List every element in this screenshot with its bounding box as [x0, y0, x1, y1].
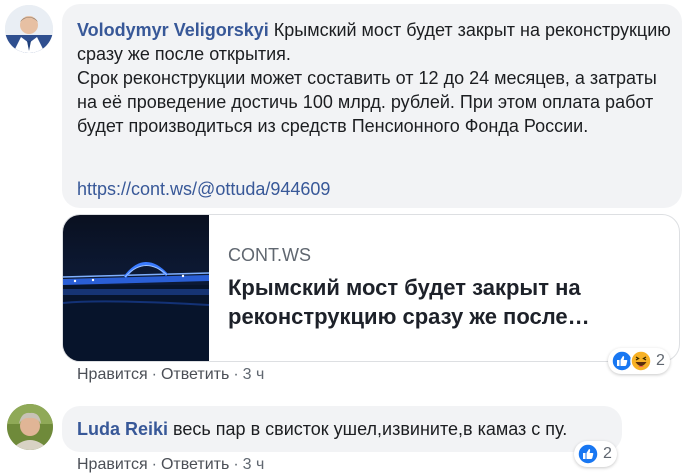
reaction-count: 2 [603, 445, 612, 462]
avatar-photo [7, 404, 53, 450]
separator-dot: · [233, 456, 239, 473]
avatar[interactable] [5, 5, 53, 53]
preview-thumbnail [63, 215, 209, 361]
preview-domain: CONT.WS [228, 245, 311, 265]
separator-dot: · [151, 366, 157, 383]
separator-dot: · [233, 366, 239, 383]
comment-body-line2: Срок реконструкции может составить от 12… [77, 68, 657, 136]
separator-dot: · [151, 456, 157, 473]
like-button[interactable]: Нравится [77, 456, 148, 473]
reply-button[interactable]: Ответить [161, 366, 229, 383]
comment-author[interactable]: Luda Reiki [77, 419, 168, 439]
comment-actions: Нравится · Ответить · 3 ч [77, 456, 264, 474]
comment-link[interactable]: https://cont.ws/@ottuda/944609 [77, 177, 330, 201]
reaction-count: 2 [656, 352, 665, 369]
comment-timestamp[interactable]: 3 ч [243, 366, 265, 383]
link-preview-card[interactable]: CONT.WS Крымский мост будет закрыт на ре… [62, 214, 680, 362]
comment-timestamp[interactable]: 3 ч [243, 456, 265, 473]
haha-icon [630, 350, 652, 372]
like-icon [577, 443, 599, 465]
comment-body: весь пар в свисток ушел,извините,в камаз… [173, 419, 568, 439]
preview-title: Крымский мост будет закрыт на реконструк… [228, 275, 590, 329]
reactions-summary[interactable]: 2 [574, 441, 617, 467]
reply-button[interactable]: Ответить [161, 456, 229, 473]
avatar[interactable] [7, 404, 53, 450]
avatar-photo [5, 5, 53, 53]
comment-text: Volodymyr Veligorskyi Крымский мост буде… [77, 18, 672, 138]
like-button[interactable]: Нравится [77, 366, 148, 383]
comment-actions: Нравится · Ответить · 3 ч [77, 366, 264, 384]
comment-text: Luda Reiki весь пар в свисток ушел,извин… [77, 417, 612, 441]
comment-bubble: Luda Reiki весь пар в свисток ушел,извин… [62, 406, 622, 452]
comment-bubble: Volodymyr Veligorskyi Крымский мост буде… [62, 4, 682, 208]
comment-author[interactable]: Volodymyr Veligorskyi [77, 20, 269, 40]
reactions-summary[interactable]: 2 [608, 348, 670, 374]
